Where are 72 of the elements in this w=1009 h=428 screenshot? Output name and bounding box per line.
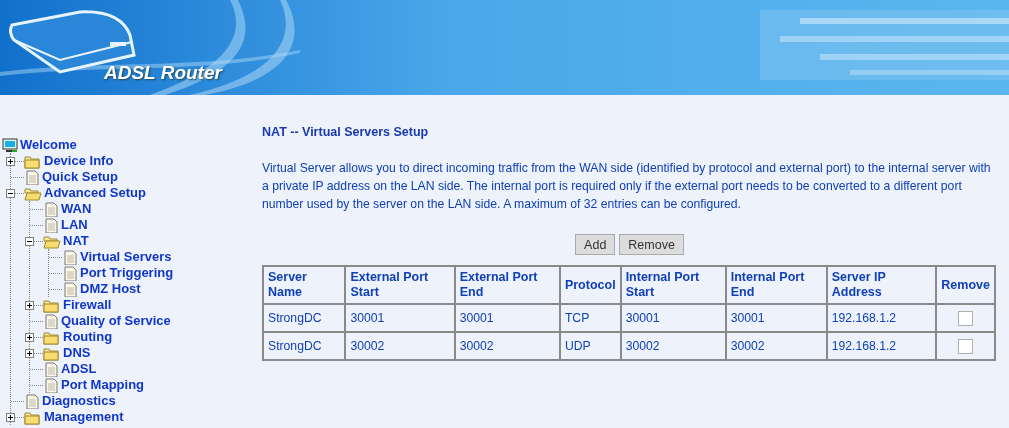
folder-icon [43,297,61,313]
table-cell: 30001 [345,304,455,332]
logo-text: ADSL Router [104,62,222,84]
page-title: NAT -- Virtual Servers Setup [262,125,430,139]
folder-icon [24,153,42,169]
tree-item[interactable]: DNS [63,345,91,361]
folder-icon [24,409,42,425]
table-cell: 30002 [454,332,560,360]
table-cell: UDP [559,332,621,360]
column-header: Protocol [559,266,621,304]
table-cell: 192.168.1.2 [826,304,937,332]
table-cell: 30001 [620,304,726,332]
table-cell: TCP [559,304,621,332]
table-cell: 30002 [345,332,455,360]
document-icon [43,377,59,393]
document-icon [43,217,59,233]
tree-item[interactable]: Device Info [44,153,114,169]
expand-icon[interactable] [25,300,34,310]
table-cell: 192.168.1.2 [826,332,937,360]
document-icon [43,201,59,217]
table-cell: StrongDC [263,332,346,360]
tree-item[interactable]: Port Mapping [61,377,145,393]
folder-icon [43,345,61,361]
document-icon [43,313,59,329]
table-cell: 30002 [725,332,827,360]
collapse-icon[interactable] [25,236,34,246]
collapse-icon[interactable] [6,188,15,198]
column-header: External Port Start [345,266,455,304]
column-header: Server IP Address [826,266,937,304]
tree-item[interactable]: LAN [61,217,88,233]
action-button[interactable]: Add [575,234,616,255]
tree-item[interactable]: WAN [61,201,92,217]
table-cell: 30001 [454,304,560,332]
expand-icon[interactable] [6,156,15,166]
tree-item[interactable]: Management [44,409,124,425]
checkbox[interactable] [958,310,974,326]
document-icon [24,393,40,409]
document-icon [62,281,78,297]
description-text: Virtual Server allows you to direct incoming traffic from the WAN side (identified by protocol and external port) to the internal server with a private IP address on the LAN side. The internal port is required only if the external port needs to be converted to a different port number used by the server on the LAN side. A maximum of 32 entries can be configured. [262,160,992,213]
tree-item[interactable]: Firewall [63,297,112,313]
tree-item[interactable]: DMZ Host [80,281,141,297]
expand-icon[interactable] [6,412,15,422]
document-icon [62,265,78,281]
column-header: External Port End [454,266,560,304]
column-header: Internal Port End [725,266,827,304]
table-cell: 30002 [620,332,726,360]
column-header: Server Name [263,266,346,304]
document-icon [24,169,40,185]
tree-item[interactable]: Virtual Servers [80,249,172,265]
tree-item[interactable]: Routing [63,329,113,345]
table-cell: StrongDC [263,304,346,332]
document-icon [62,249,78,265]
tree-item[interactable]: Quick Setup [42,169,118,185]
column-header: Remove [936,266,995,304]
open-folder-icon [24,185,42,201]
expand-icon[interactable] [25,332,34,342]
tree-item[interactable]: NAT [63,233,89,249]
document-icon [43,361,59,377]
folder-icon [43,329,61,345]
action-button[interactable]: Remove [619,234,684,255]
tree-item[interactable]: Advanced Setup [44,185,146,201]
tree-item[interactable]: Welcome [20,137,77,153]
checkbox[interactable] [958,338,974,354]
column-header: Internal Port Start [620,266,726,304]
computer-icon [2,137,18,153]
tree-item[interactable]: ADSL [61,361,97,377]
expand-icon[interactable] [25,348,34,358]
tree-item[interactable]: Port Triggering [80,265,174,281]
tree-item[interactable]: Quality of Service [61,313,171,329]
tree-item[interactable]: Diagnostics [42,393,116,409]
table-cell: 30001 [725,304,827,332]
open-folder-icon [43,233,61,249]
